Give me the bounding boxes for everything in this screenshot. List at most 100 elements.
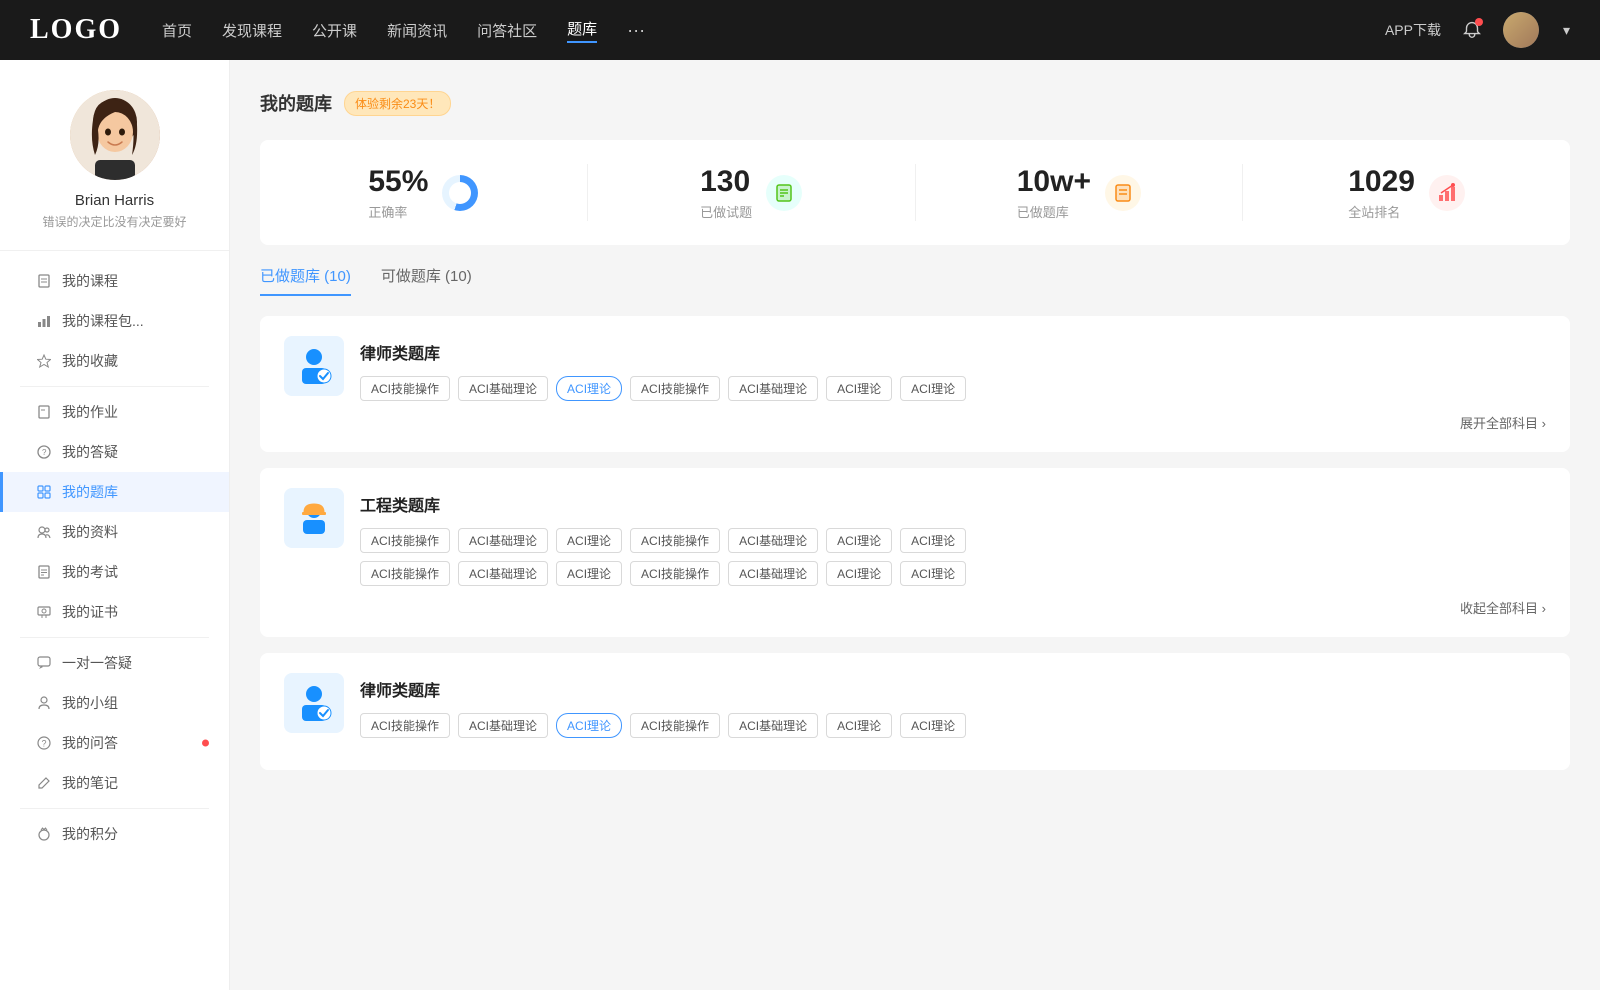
- stat-rank-value: 1029: [1348, 164, 1415, 200]
- layout: Brian Harris 错误的决定比没有决定要好 我的课程 我的课程包...: [0, 60, 1600, 990]
- lawyer-tags-row-2: ACI技能操作 ACI基础理论 ACI理论 ACI技能操作 ACI基础理论 AC…: [360, 713, 1546, 738]
- tag-item[interactable]: ACI基础理论: [728, 376, 818, 401]
- file-icon: [36, 273, 52, 289]
- tag-item[interactable]: ACI技能操作: [630, 376, 720, 401]
- nav-open-course[interactable]: 公开课: [312, 20, 357, 41]
- bank-card-lawyer-2: 律师类题库 ACI技能操作 ACI基础理论 ACI理论 ACI技能操作 ACI基…: [260, 653, 1570, 770]
- tag-item[interactable]: ACI技能操作: [360, 376, 450, 401]
- accuracy-pie-chart: [442, 175, 478, 211]
- tag-item[interactable]: ACI理论: [900, 376, 966, 401]
- engineer-bank-icon: [284, 488, 344, 548]
- edit-icon: [36, 775, 52, 791]
- sidebar-item-profile[interactable]: 我的资料: [0, 512, 229, 552]
- stat-banks-label: 已做题库: [1017, 202, 1091, 221]
- collapse-link[interactable]: 收起全部科目 ›: [1460, 601, 1546, 616]
- medal-icon: [36, 826, 52, 842]
- tag-item[interactable]: ACI理论: [826, 561, 892, 586]
- file-text-icon: [36, 564, 52, 580]
- lawyer-bank-icon-2: [284, 673, 344, 733]
- sidebar-item-homework[interactable]: 我的作业: [0, 392, 229, 432]
- tab-done-banks[interactable]: 已做题库 (10): [260, 265, 351, 296]
- tag-item[interactable]: ACI技能操作: [360, 528, 450, 553]
- sidebar-item-one-on-one[interactable]: 一对一答疑: [0, 643, 229, 683]
- stat-ranking: 1029 全站排名: [1243, 164, 1570, 221]
- sidebar-item-qa[interactable]: ? 我的答疑: [0, 432, 229, 472]
- trial-badge: 体验剩余23天！: [344, 91, 451, 116]
- bank-footer-2: 收起全部科目 ›: [284, 598, 1546, 617]
- sidebar-menu: 我的课程 我的课程包... 我的收藏 我的作业: [0, 261, 229, 854]
- stat-accuracy: 55% 正确率: [260, 164, 588, 221]
- tabs-row: 已做题库 (10) 可做题库 (10): [260, 265, 1570, 296]
- sidebar-item-my-qa[interactable]: ? 我的问答: [0, 723, 229, 763]
- tab-available-banks[interactable]: 可做题库 (10): [381, 265, 472, 296]
- bank-card-engineer: 工程类题库 ACI技能操作 ACI基础理论 ACI理论 ACI技能操作 ACI基…: [260, 468, 1570, 637]
- done-banks-icon: [1105, 175, 1141, 211]
- ranking-icon: [1429, 175, 1465, 211]
- nav-news[interactable]: 新闻资讯: [387, 20, 447, 41]
- sidebar-item-favorites[interactable]: 我的收藏: [0, 341, 229, 381]
- nav-home[interactable]: 首页: [162, 20, 192, 41]
- tag-item[interactable]: ACI理论: [556, 528, 622, 553]
- divider-3: [20, 808, 209, 809]
- engineer-tags-row-2: ACI技能操作 ACI基础理论 ACI理论 ACI技能操作 ACI基础理论 AC…: [360, 561, 1546, 586]
- tag-item[interactable]: ACI基础理论: [728, 561, 818, 586]
- tag-item[interactable]: ACI理论: [556, 561, 622, 586]
- sidebar-motto: 错误的决定比没有决定要好: [42, 213, 186, 230]
- tag-item[interactable]: ACI理论: [826, 528, 892, 553]
- sidebar-item-question-bank[interactable]: 我的题库: [0, 472, 229, 512]
- lawyer-tags-row-1: ACI技能操作 ACI基础理论 ACI理论 ACI技能操作 ACI基础理论 AC…: [360, 376, 1546, 401]
- divider-2: [20, 637, 209, 638]
- tag-item[interactable]: ACI基础理论: [728, 528, 818, 553]
- tag-item[interactable]: ACI理论: [900, 528, 966, 553]
- done-questions-icon: [766, 175, 802, 211]
- chat-icon: [36, 655, 52, 671]
- sidebar-item-notes[interactable]: 我的笔记: [0, 763, 229, 803]
- sidebar-item-points[interactable]: 我的积分: [0, 814, 229, 854]
- nav-more[interactable]: ···: [627, 20, 645, 41]
- svg-text:?: ?: [42, 739, 47, 749]
- sidebar-item-courses[interactable]: 我的课程: [0, 261, 229, 301]
- tag-item[interactable]: ACI基础理论: [458, 528, 548, 553]
- main-content: 我的题库 体验剩余23天！ 55% 正确率 130 已做试题: [230, 60, 1600, 990]
- app-download[interactable]: APP下载: [1385, 20, 1441, 40]
- expand-link-1[interactable]: 展开全部科目 ›: [1460, 416, 1546, 431]
- tag-item[interactable]: ACI技能操作: [630, 561, 720, 586]
- star-icon: [36, 353, 52, 369]
- stat-accuracy-value: 55%: [368, 164, 428, 200]
- tag-item[interactable]: ACI技能操作: [360, 561, 450, 586]
- notification-bell[interactable]: [1461, 18, 1483, 43]
- tag-item[interactable]: ACI基础理论: [458, 561, 548, 586]
- logo[interactable]: LOGO: [30, 14, 122, 46]
- bar-chart-icon: [36, 313, 52, 329]
- sidebar-item-course-packages[interactable]: 我的课程包...: [0, 301, 229, 341]
- grid-icon: [36, 484, 52, 500]
- stat-accuracy-label: 正确率: [368, 202, 428, 221]
- nav-bank[interactable]: 题库: [567, 18, 597, 43]
- tag-item[interactable]: ACI理论: [826, 713, 892, 738]
- tag-item[interactable]: ACI技能操作: [360, 713, 450, 738]
- stat-done-value: 130: [700, 164, 752, 200]
- tag-item[interactable]: ACI技能操作: [630, 528, 720, 553]
- tag-item[interactable]: ACI理论: [900, 561, 966, 586]
- tag-item[interactable]: ACI理论: [900, 713, 966, 738]
- engineer-bank-title: 工程类题库: [360, 492, 1546, 516]
- page-title: 我的题库: [260, 90, 332, 116]
- nav-qa[interactable]: 问答社区: [477, 20, 537, 41]
- sidebar-profile: Brian Harris 错误的决定比没有决定要好: [0, 90, 229, 251]
- sidebar-item-certificates[interactable]: 我的证书: [0, 592, 229, 632]
- stat-done-questions: 130 已做试题: [588, 164, 916, 221]
- sidebar-item-exams[interactable]: 我的考试: [0, 552, 229, 592]
- tag-item[interactable]: ACI基础理论: [728, 713, 818, 738]
- sidebar-item-groups[interactable]: 我的小组: [0, 683, 229, 723]
- tag-item[interactable]: ACI基础理论: [458, 713, 548, 738]
- tag-item[interactable]: ACI技能操作: [630, 713, 720, 738]
- tag-item[interactable]: ACI理论: [826, 376, 892, 401]
- tag-item-active[interactable]: ACI理论: [556, 713, 622, 738]
- dropdown-arrow[interactable]: ▾: [1563, 22, 1570, 39]
- avatar[interactable]: [1503, 12, 1539, 48]
- tag-item-active[interactable]: ACI理论: [556, 376, 622, 401]
- nav-discover[interactable]: 发现课程: [222, 20, 282, 41]
- avatar-illustration: [70, 90, 160, 180]
- engineer-tags-row-1: ACI技能操作 ACI基础理论 ACI理论 ACI技能操作 ACI基础理论 AC…: [360, 528, 1546, 553]
- tag-item[interactable]: ACI基础理论: [458, 376, 548, 401]
